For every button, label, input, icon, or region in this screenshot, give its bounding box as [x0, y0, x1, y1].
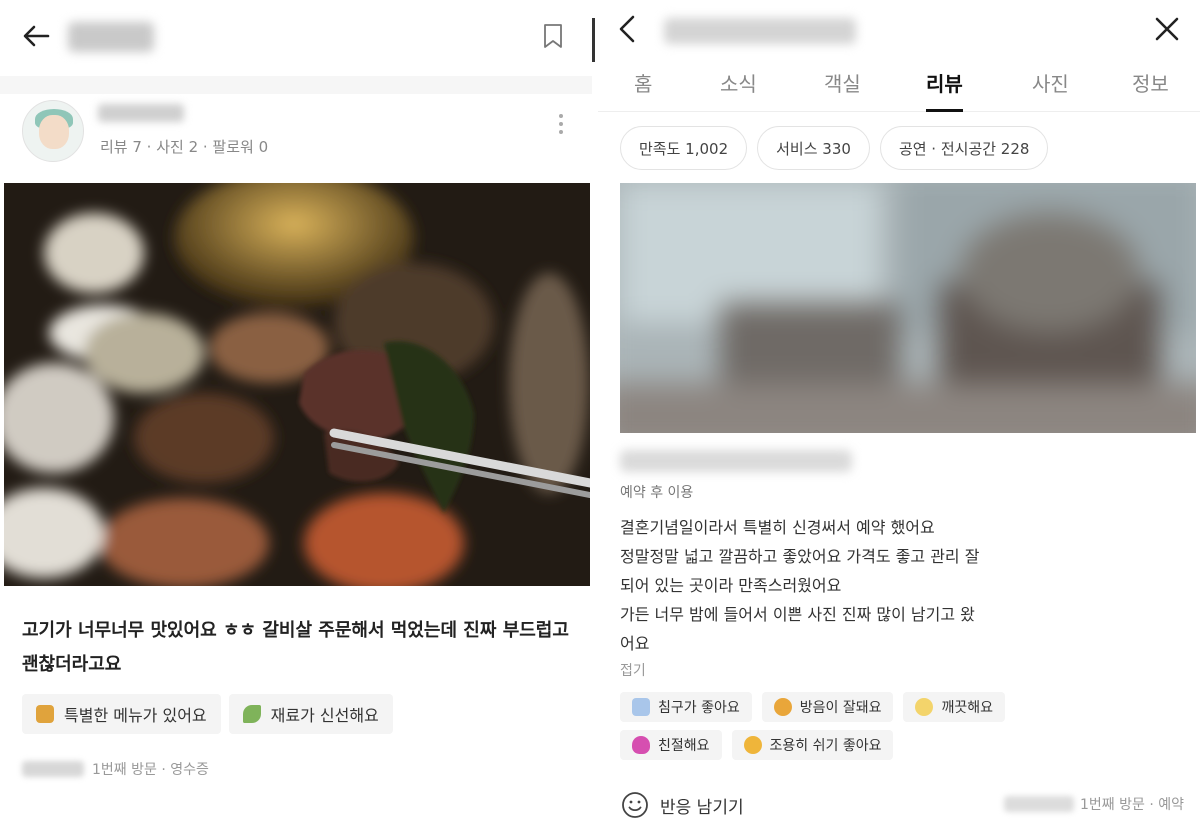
chevron-left-icon[interactable]: [614, 12, 640, 46]
keyword-tag[interactable]: 방음이 잘돼요: [761, 692, 894, 722]
review-footer: 1번째 방문 · 영수증: [22, 758, 209, 780]
avatar[interactable]: [22, 100, 84, 162]
tab-photos[interactable]: 사진: [1032, 68, 1069, 112]
reaction-label: 반응 남기기: [660, 797, 744, 818]
room-photo-illustration: [620, 183, 1196, 433]
blurred-title: [68, 22, 154, 52]
blurred-reviewer-info: [620, 450, 852, 472]
left-header: [0, 0, 592, 72]
keyword-tags-row-2: 친절해요 조용히 쉬기 좋아요: [620, 730, 894, 760]
keyword-tag[interactable]: 조용히 쉬기 좋아요: [731, 730, 894, 760]
keyword-tag[interactable]: 깨끗해요: [903, 692, 1005, 722]
reviewer-stats: 리뷰 7 · 사진 2 · 팔로워 0: [100, 138, 269, 156]
review-line: 정말정말 넓고 깔끔하고 좋았어요 가격도 좋고 관리 잘: [620, 547, 980, 566]
keyword-tags-row-1: 침구가 좋아요 방음이 잘돼요 깨끗해요: [620, 692, 1005, 722]
keyword-label: 깨끗해요: [941, 700, 993, 716]
keyword-tag[interactable]: 친절해요: [620, 730, 722, 760]
reviewer-profile: 리뷰 7 · 사진 2 · 팔로워 0: [0, 94, 592, 180]
visit-type: 예약 후 이용: [620, 485, 694, 501]
relax-icon: [743, 736, 762, 754]
keyword-chips: 특별한 메뉴가 있어요 재료가 신선해요: [22, 694, 393, 734]
special-menu-icon: [36, 705, 54, 723]
keyword-label: 친절해요: [658, 738, 710, 754]
leave-reaction-button[interactable]: 반응 남기기: [620, 790, 744, 820]
tab-rooms[interactable]: 객실: [824, 68, 861, 112]
review-line: 어요: [620, 634, 650, 653]
keyword-chip[interactable]: 재료가 신선해요: [228, 694, 393, 734]
review-photo-food[interactable]: [4, 183, 590, 586]
fold-button[interactable]: 접기: [620, 660, 646, 680]
blurred-date: [22, 761, 84, 777]
filter-chip-satisfaction[interactable]: 만족도 1,002: [620, 126, 748, 170]
visit-info: 1번째 방문 · 영수증: [92, 762, 209, 778]
keyword-label: 재료가 신선해요: [270, 706, 379, 725]
more-vertical-icon[interactable]: [556, 110, 566, 144]
place-tabs: 홈 소식 객실 리뷰 사진 정보: [598, 62, 1200, 112]
blurred-date: [1004, 796, 1074, 812]
section-separator: [0, 76, 592, 94]
review-body: 결혼기념일이라서 특별히 신경써서 예약 했어요 정말정말 넓고 깔끔하고 좋았…: [620, 513, 1190, 658]
bookmark-icon[interactable]: [540, 22, 566, 50]
soundproof-icon: [773, 698, 792, 716]
review-footer: 1번째 방문 · 예약: [1004, 794, 1184, 814]
blurred-place-name: [664, 18, 856, 44]
bed-icon: [632, 698, 650, 716]
review-photo-room[interactable]: [620, 183, 1196, 433]
panel-divider: [592, 18, 595, 62]
tab-reviews[interactable]: 리뷰: [926, 68, 963, 112]
left-review-panel: 리뷰 7 · 사진 2 · 팔로워 0 고기가 너무너무 맛있어요 ㅎㅎ 갈비살…: [0, 0, 592, 833]
right-header: [598, 0, 1200, 60]
food-photo-illustration: [4, 183, 590, 586]
keyword-chip[interactable]: 특별한 메뉴가 있어요: [22, 694, 221, 734]
keyword-label: 조용히 쉬기 좋아요: [769, 738, 882, 754]
fresh-ingredient-icon: [242, 705, 261, 723]
smile-icon: [622, 792, 648, 818]
heart-icon: [632, 736, 650, 754]
filter-chip-performance-space[interactable]: 공연 · 전시공간 228: [879, 126, 1049, 170]
review-line: 결혼기념일이라서 특별히 신경써서 예약 했어요: [620, 518, 935, 537]
tab-news[interactable]: 소식: [720, 68, 757, 112]
keyword-tag[interactable]: 침구가 좋아요: [620, 692, 752, 722]
blurred-reviewer-name: [98, 104, 184, 122]
review-line: 가든 너무 밤에 들어서 이쁜 사진 진짜 많이 남기고 왔: [620, 605, 975, 624]
right-review-panel: 홈 소식 객실 리뷰 사진 정보 만족도 1,002 서비스 330 공연 · …: [598, 0, 1200, 833]
keyword-label: 방음이 잘돼요: [799, 700, 882, 716]
close-icon[interactable]: [1150, 12, 1184, 46]
keyword-label: 특별한 메뉴가 있어요: [64, 706, 207, 725]
review-line: 되어 있는 곳이라 만족스러웠어요: [620, 576, 842, 595]
keyword-label: 침구가 좋아요: [658, 700, 740, 716]
tab-home[interactable]: 홈: [634, 68, 652, 112]
arrow-left-icon[interactable]: [18, 18, 54, 54]
review-filter-chips: 만족도 1,002 서비스 330 공연 · 전시공간 228: [620, 126, 1049, 170]
tab-info[interactable]: 정보: [1132, 68, 1169, 112]
review-body: 고기가 너무너무 맛있어요 ㅎㅎ 갈비살 주문해서 먹었는데 진짜 부드럽고 괜…: [22, 620, 569, 675]
filter-chip-service[interactable]: 서비스 330: [757, 126, 870, 170]
sparkle-icon: [915, 698, 934, 716]
visit-info: 1번째 방문 · 예약: [1080, 797, 1184, 813]
